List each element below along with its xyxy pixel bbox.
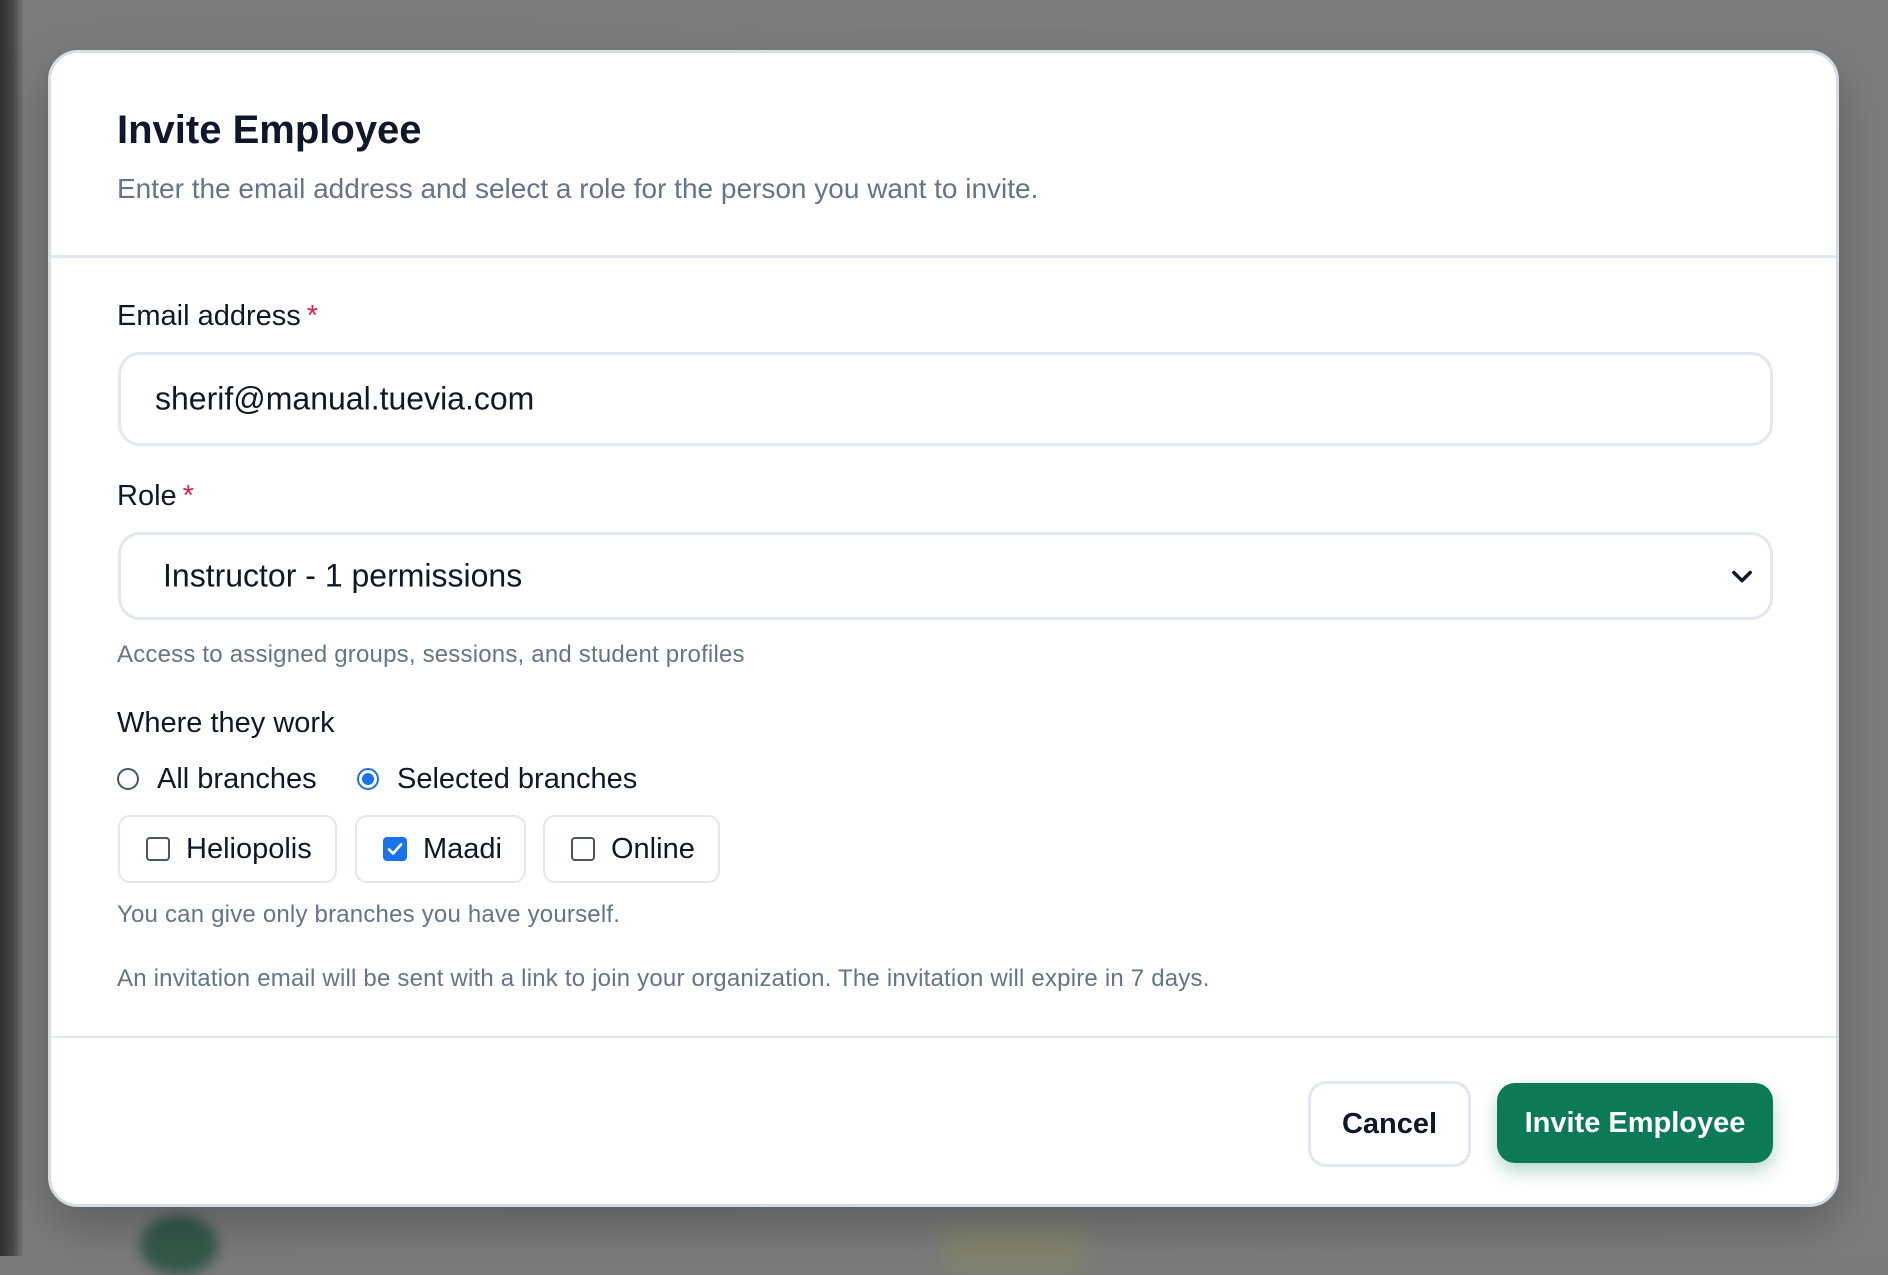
invitation-note: An invitation email will be sent with a … bbox=[117, 965, 1210, 992]
where-they-work-label: Where they work bbox=[117, 707, 335, 739]
role-label-text: Role bbox=[117, 480, 177, 512]
radio-selected-branches[interactable]: Selected branches bbox=[357, 759, 637, 799]
checkbox[interactable] bbox=[383, 837, 407, 861]
dialog-header: Invite Employee Enter the email address … bbox=[51, 53, 1836, 258]
radio-label: All branches bbox=[157, 762, 317, 795]
branch-option-online[interactable]: Online bbox=[543, 815, 720, 883]
role-select-value: Instructor - 1 permissions bbox=[163, 557, 523, 594]
background-avatar bbox=[140, 1215, 218, 1275]
branch-label: Heliopolis bbox=[186, 832, 312, 865]
radio-button[interactable] bbox=[357, 768, 379, 790]
branch-label: Maadi bbox=[423, 832, 502, 865]
dialog-subtitle: Enter the email address and select a rol… bbox=[117, 173, 1039, 204]
radio-all-branches[interactable]: All branches bbox=[117, 759, 317, 799]
required-marker: * bbox=[306, 300, 319, 332]
email-label: Email address * bbox=[117, 300, 318, 333]
checkbox[interactable] bbox=[571, 837, 595, 861]
cancel-button[interactable]: Cancel bbox=[1308, 1081, 1471, 1167]
dialog-title: Invite Employee bbox=[117, 108, 422, 152]
branch-option-maadi[interactable]: Maadi bbox=[355, 815, 526, 883]
invite-employee-button[interactable]: Invite Employee bbox=[1497, 1083, 1773, 1163]
radio-label: Selected branches bbox=[397, 762, 638, 795]
role-select[interactable]: Instructor - 1 permissions bbox=[118, 532, 1773, 620]
background-element bbox=[940, 1225, 1090, 1275]
radio-button[interactable] bbox=[117, 768, 139, 790]
role-label: Role * bbox=[117, 480, 194, 513]
branch-label: Online bbox=[611, 832, 695, 865]
email-field[interactable]: sherif@manual.tuevia.com bbox=[118, 352, 1773, 446]
chevron-down-icon bbox=[1732, 570, 1752, 583]
check-icon bbox=[387, 843, 403, 855]
branch-option-heliopolis[interactable]: Heliopolis bbox=[118, 815, 337, 883]
email-label-text: Email address bbox=[117, 300, 301, 332]
checkbox[interactable] bbox=[146, 837, 170, 861]
role-description: Access to assigned groups, sessions, and… bbox=[117, 641, 745, 668]
invite-employee-dialog: Invite Employee Enter the email address … bbox=[48, 50, 1839, 1207]
branches-note: You can give only branches you have your… bbox=[117, 901, 621, 928]
required-marker: * bbox=[182, 480, 194, 512]
email-field-value: sherif@manual.tuevia.com bbox=[155, 380, 535, 417]
